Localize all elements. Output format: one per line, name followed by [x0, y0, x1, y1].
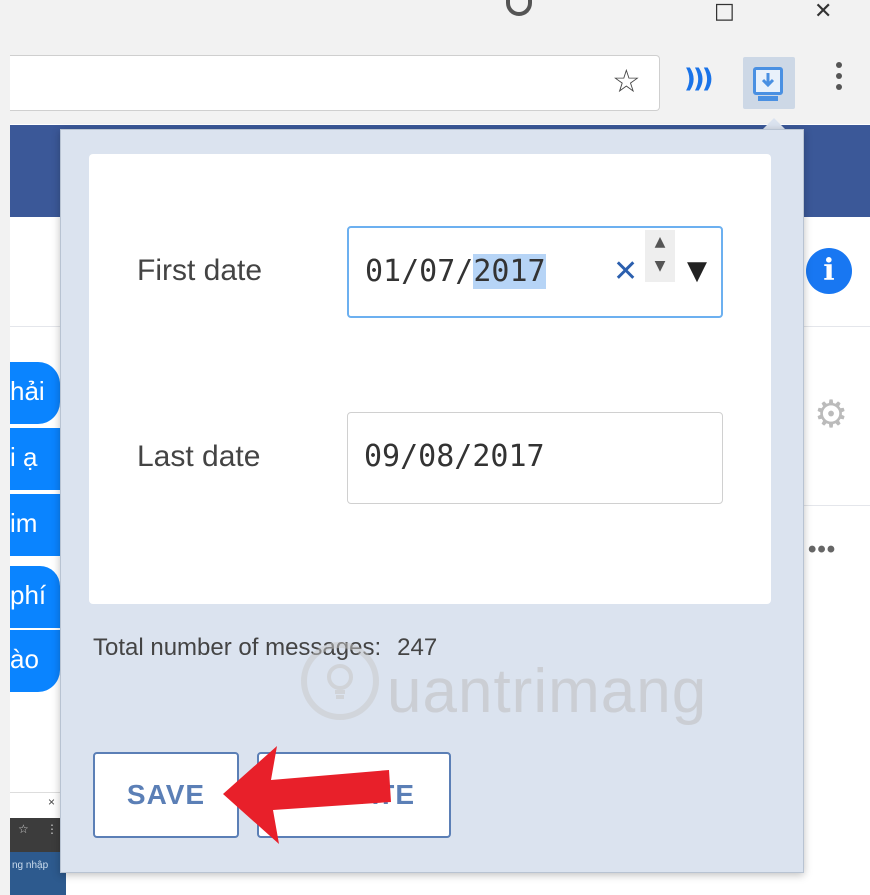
restore-icon[interactable]: □ — [714, 1, 735, 23]
watermark-text: uantrimang — [387, 657, 708, 726]
chat-message-bubble[interactable]: im — [10, 494, 60, 556]
chat-fragment: i ạ — [10, 442, 38, 472]
watermark-logo — [301, 642, 379, 720]
chat-fragment: ào — [10, 644, 39, 674]
last-date-value: 09/08/2017 — [364, 439, 545, 474]
spin-down-icon[interactable]: ▼ — [645, 254, 675, 278]
more-vert-icon[interactable] — [834, 62, 844, 95]
window-titlebar: □ ✕ — [0, 0, 870, 45]
chat-fragment: phí — [10, 580, 47, 610]
date-spinner[interactable]: ▲ ▼ — [645, 230, 675, 282]
save-button[interactable]: SAVE — [93, 752, 239, 838]
download-screen-icon — [753, 67, 783, 101]
last-date-input[interactable]: 09/08/2017 — [347, 412, 723, 504]
chat-fragment: hải — [10, 376, 45, 406]
chat-message-bubble[interactable]: phí — [10, 566, 60, 628]
divider — [800, 505, 870, 506]
chat-message-bubble[interactable]: ào — [10, 630, 60, 692]
mini-page-header: ng nhập — [10, 852, 66, 895]
last-date-label: Last date — [137, 440, 261, 473]
gear-icon[interactable]: ⚙ — [814, 392, 848, 436]
lightbulb-icon — [327, 664, 353, 699]
star-icon[interactable]: ☆ — [18, 822, 29, 836]
mini-tab[interactable]: × — [10, 792, 62, 819]
date-range-card: First date 01/07/2017 ✕ ▲ ▼ ▼ Last date … — [89, 154, 771, 604]
cast-icon[interactable]: ))) — [684, 64, 714, 94]
more-horiz-icon[interactable]: ••• — [808, 536, 836, 564]
first-date-input[interactable]: 01/07/2017 ✕ ▲ ▼ ▼ — [347, 226, 723, 318]
info-icon[interactable]: i — [806, 248, 852, 294]
annotation-arrow-icon — [223, 746, 391, 844]
calendar-dropdown-icon[interactable]: ▼ — [687, 256, 707, 286]
chat-message-bubble[interactable]: hải — [10, 362, 60, 424]
selected-year-segment[interactable]: 2017 — [473, 254, 546, 289]
chat-message-bubble[interactable]: i ạ — [10, 428, 60, 490]
star-icon[interactable]: ☆ — [612, 62, 641, 100]
more-vert-icon[interactable]: ⋮ — [46, 822, 58, 836]
first-date-label: First date — [137, 254, 263, 287]
total-messages: Total number of messages: 247 — [93, 634, 437, 662]
page-left-edge — [0, 124, 10, 895]
close-window-icon[interactable]: ✕ — [814, 1, 832, 23]
first-date-value: 01/07/2017 — [365, 254, 546, 289]
close-icon[interactable]: × — [48, 795, 55, 809]
extension-popup: First date 01/07/2017 ✕ ▲ ▼ ▼ Last date … — [60, 129, 804, 873]
mini-login-text: ng nhập — [12, 860, 49, 871]
profile-icon[interactable] — [506, 0, 532, 16]
clear-date-icon[interactable]: ✕ — [613, 254, 638, 289]
address-bar[interactable] — [10, 55, 660, 111]
extension-button[interactable] — [743, 57, 795, 109]
spin-up-icon[interactable]: ▲ — [645, 230, 675, 254]
download-arrow-icon — [761, 73, 775, 88]
chat-fragment: im — [10, 508, 38, 538]
